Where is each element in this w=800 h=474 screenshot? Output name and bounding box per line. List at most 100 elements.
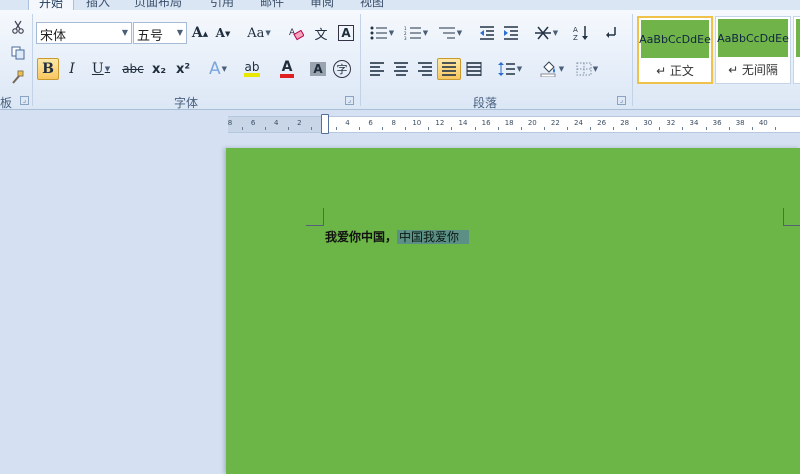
subscript-button[interactable]: x₂ [148, 58, 170, 80]
ruler-tick-label: 8 [391, 119, 396, 127]
ruler-tick-label: 6 [250, 119, 256, 127]
clear-format-button[interactable]: A [285, 22, 307, 44]
tab-home[interactable]: 开始 [28, 0, 74, 10]
ruler-tick-label: 8 [227, 119, 233, 127]
ruler-tick-mark [774, 127, 776, 130]
line-spacing-button[interactable]: ▼ [494, 58, 526, 80]
font-color-button[interactable]: A [272, 58, 302, 80]
document-text: 我爱你中国， [325, 230, 398, 244]
indent-marker[interactable] [321, 114, 329, 134]
clipboard-dialog-launcher[interactable]: ⌟ [20, 96, 29, 105]
bullet-list-icon [370, 26, 387, 40]
font-name-combo[interactable]: 宋体 ▼ [36, 22, 132, 44]
italic-button[interactable]: I [62, 58, 82, 80]
change-case-button[interactable]: Aa ▼ [244, 22, 274, 44]
multilevel-list-button[interactable]: ▼ [434, 22, 466, 44]
ruler-tick-label: 4 [345, 119, 350, 127]
show-marks-button[interactable] [602, 22, 624, 44]
ruler-tick-label: 38 [735, 119, 745, 127]
style-name: ↵ 正文 [656, 64, 694, 78]
ruler-tick-mark [751, 127, 753, 130]
style-no-spacing[interactable]: AaBbCcDdEe ↵ 无间隔 [715, 16, 791, 84]
decrease-indent-button[interactable] [476, 22, 498, 44]
font-size-combo[interactable]: 五号 ▼ [133, 22, 187, 44]
ruler-tick-mark [520, 127, 522, 130]
chevron-down-icon: ▼ [422, 29, 429, 37]
copy-button[interactable] [8, 42, 28, 64]
document-page[interactable] [226, 148, 800, 474]
character-shading-button[interactable]: A [308, 58, 328, 80]
bullets-button[interactable]: ▼ [366, 22, 398, 44]
underline-button[interactable]: U ▼ [86, 58, 116, 80]
ruler-tick-label: 12 [435, 119, 445, 127]
chinese-layout-button[interactable]: ▼ [530, 22, 562, 44]
superscript-button[interactable]: x² [172, 58, 194, 80]
horizontal-ruler[interactable]: 8642246810121416182022242628303234363840 [228, 116, 800, 133]
ruler-tick-mark [359, 127, 361, 130]
indent-icon [504, 26, 518, 40]
ruler-tick-mark [287, 127, 289, 130]
ruler-tick-mark [497, 127, 499, 130]
distribute-button[interactable] [463, 58, 485, 80]
ruler-tick-mark [728, 127, 730, 130]
paragraph-shading-button[interactable]: ▼ [536, 58, 568, 80]
document-paragraph[interactable]: 我爱你中国， 中国我爱你 [325, 228, 470, 245]
text-effects-button[interactable]: A ▼ [203, 58, 233, 80]
tab-review[interactable]: 审阅 [310, 0, 334, 10]
paragraph-mark-icon [606, 27, 616, 38]
highlight-color-button[interactable]: ab [236, 58, 268, 80]
align-center-button[interactable] [390, 58, 412, 80]
numbering-button[interactable]: 1 2 3 ▼ [400, 22, 432, 44]
phonetic-guide-button[interactable]: 文 [310, 22, 332, 44]
copy-icon [11, 46, 25, 60]
style-heading-1[interactable] [793, 16, 800, 84]
strikethrough-button[interactable]: abc [120, 58, 146, 80]
tab-page-layout[interactable]: 页面布局 [134, 0, 182, 10]
border-icon [576, 62, 592, 76]
align-right-icon [418, 62, 432, 76]
ruler-tick-label: 20 [527, 119, 537, 127]
tab-references[interactable]: 引用 [210, 0, 234, 10]
bold-button[interactable]: B [37, 58, 59, 80]
cut-button[interactable] [8, 16, 28, 38]
justify-button[interactable] [437, 58, 461, 80]
caret-down-icon: ▼ [224, 28, 231, 38]
format-painter-button[interactable] [8, 66, 28, 88]
enclose-characters-button[interactable]: 字 [331, 58, 353, 80]
ruler-tick-label: 10 [412, 119, 422, 127]
align-right-button[interactable] [414, 58, 436, 80]
paragraph-group-label: 段落 [473, 96, 498, 110]
ruler-tick-mark [590, 127, 592, 130]
sort-az-icon: AZ [573, 26, 588, 41]
group-separator [360, 14, 361, 106]
ruler-tick-label: 28 [620, 119, 630, 127]
chevron-down-icon: ▼ [104, 65, 111, 73]
ruler-tick-label: 30 [643, 119, 653, 127]
borders-button[interactable]: ▼ [572, 58, 602, 80]
tab-mailings[interactable]: 邮件 [260, 0, 284, 10]
tab-insert[interactable]: 插入 [86, 0, 110, 10]
ruler-tick-mark [543, 127, 545, 130]
character-border-button[interactable]: A [335, 22, 357, 44]
paintbrush-icon [12, 70, 24, 84]
style-preview [796, 19, 800, 57]
font-dialog-launcher[interactable]: ⌟ [345, 96, 354, 105]
align-justify-icon [442, 62, 456, 76]
style-preview: AaBbCcDdEe [639, 20, 711, 58]
tab-view[interactable]: 视图 [360, 0, 384, 10]
style-normal[interactable]: AaBbCcDdEe ↵ 正文 [637, 16, 713, 84]
ruler-tick-mark [474, 127, 476, 130]
paragraph-dialog-launcher[interactable]: ⌟ [617, 96, 626, 105]
ruler-tick-label: 24 [574, 119, 583, 127]
increase-indent-button[interactable] [500, 22, 522, 44]
ruler-tick-label: 4 [273, 119, 279, 127]
shrink-font-button[interactable]: A ▼ [213, 22, 233, 44]
ruler-tick-label: 34 [689, 119, 699, 127]
align-left-button[interactable] [366, 58, 388, 80]
ruler-tick-mark [335, 127, 337, 130]
grow-font-button[interactable]: A ▲ [190, 22, 210, 44]
chevron-down-icon: ▼ [558, 65, 565, 73]
ruler-tick-label: 26 [597, 119, 607, 127]
sort-button[interactable]: AZ [570, 22, 592, 44]
margin-corner-top-right [783, 208, 800, 226]
